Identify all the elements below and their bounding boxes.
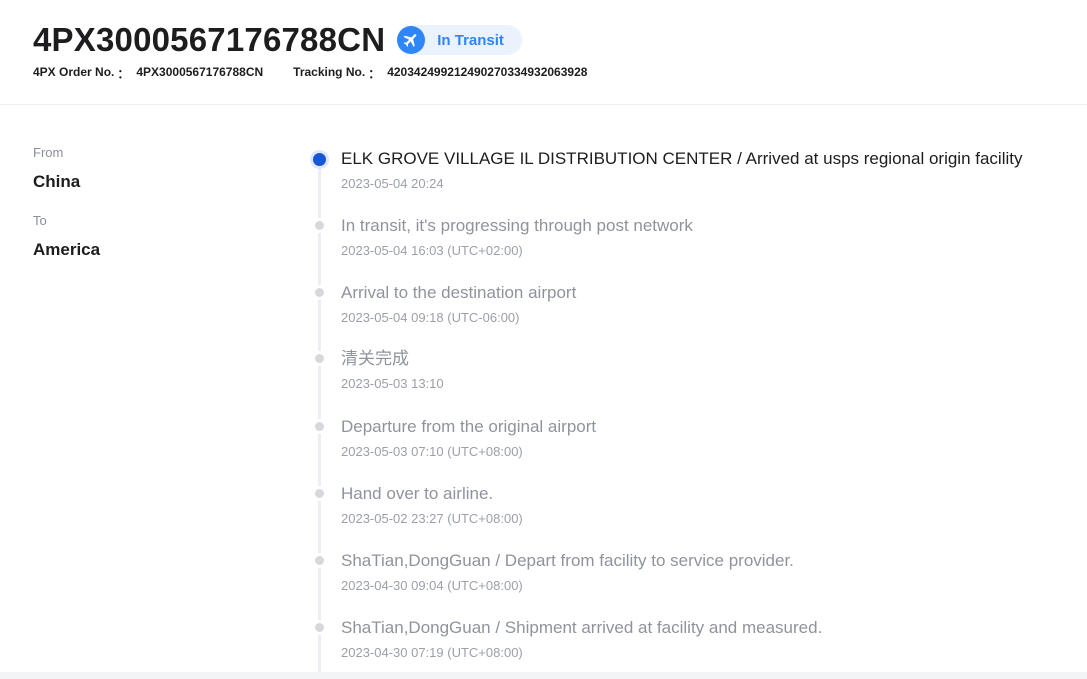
- event-time: 2023-04-30 07:19 (UTC+08:00): [341, 645, 523, 660]
- event-time: 2023-05-04 09:18 (UTC-06:00): [341, 310, 520, 325]
- status-label: In Transit: [437, 31, 504, 49]
- timeline-dot-icon: [315, 354, 324, 363]
- order-number-separator: ：: [117, 67, 130, 81]
- event-title: Hand over to airline.: [341, 484, 494, 503]
- event-title: ShaTian,DongGuan / Shipment arrived at f…: [341, 618, 823, 637]
- event-time: 2023-05-02 23:27 (UTC+08:00): [341, 511, 523, 526]
- route-from: From China: [33, 145, 283, 193]
- from-label: From: [33, 145, 64, 160]
- event-title: ELK GROVE VILLAGE IL DISTRIBUTION CENTER…: [341, 149, 1023, 168]
- tracking-number: Tracking No. ： 4203424992124902703349320…: [293, 65, 587, 82]
- event-title: ShaTian,DongGuan / Depart from facility …: [341, 551, 794, 570]
- timeline-dot-icon: [315, 288, 324, 297]
- timeline-event: Departure from the original airport 2023…: [312, 416, 1082, 476]
- to-label: To: [33, 213, 47, 228]
- tracking-number-separator: ：: [368, 67, 381, 81]
- event-time: 2023-05-03 07:10 (UTC+08:00): [341, 444, 523, 459]
- to-value: America: [33, 240, 101, 259]
- tracking-number-label: Tracking No.: [293, 65, 366, 79]
- order-number-label: 4PX Order No.: [33, 65, 115, 79]
- event-time: 2023-05-03 13:10: [341, 376, 444, 391]
- airplane-icon: [397, 26, 426, 54]
- timeline-dot-icon: [315, 489, 324, 498]
- event-time: 2023-05-04 20:24: [341, 176, 444, 191]
- tracking-timeline: ELK GROVE VILLAGE IL DISTRIBUTION CENTER…: [312, 105, 1082, 679]
- event-title: Departure from the original airport: [341, 417, 597, 436]
- page-title: 4PX3000567176788CN: [33, 21, 386, 58]
- timeline-event: Arrival to the destination airport 2023-…: [312, 282, 1082, 342]
- timeline-dot-icon: [315, 623, 324, 632]
- tracking-number-value: 420342499212490270334932063928: [387, 65, 588, 79]
- timeline-event: Hand over to airline. 2023-05-02 23:27 (…: [312, 483, 1082, 543]
- timeline-event: ShaTian,DongGuan / Depart from facility …: [312, 550, 1082, 610]
- from-value: China: [33, 172, 81, 191]
- event-time: 2023-04-30 09:04 (UTC+08:00): [341, 578, 523, 593]
- event-time: 2023-05-04 16:03 (UTC+02:00): [341, 243, 523, 258]
- tracking-page: 4PX3000567176788CN In Transit 4PX Order …: [0, 0, 1087, 679]
- event-title: 清关完成: [341, 349, 409, 368]
- page-bottom-edge: [0, 672, 1087, 679]
- status-badge: In Transit: [397, 25, 522, 55]
- timeline-event: ShaTian,DongGuan / Shipment arrived at f…: [312, 617, 1082, 677]
- order-number-value: 4PX3000567176788CN: [136, 65, 264, 79]
- current-status-dot-icon: [313, 153, 326, 166]
- title-row: 4PX3000567176788CN In Transit: [33, 20, 522, 60]
- timeline-event: 清关完成 2023-05-03 13:10: [312, 348, 1082, 408]
- timeline-event: In transit, it's progressing through pos…: [312, 215, 1082, 275]
- timeline-dot-icon: [315, 422, 324, 431]
- order-header: 4PX3000567176788CN In Transit 4PX Order …: [0, 0, 1087, 105]
- event-title: Arrival to the destination airport: [341, 283, 577, 302]
- route-info: From China To America: [33, 145, 283, 261]
- timeline-dot-icon: [315, 221, 324, 230]
- tracking-content: From China To America ELK GROVE VILLAGE …: [0, 105, 1087, 679]
- event-title: In transit, it's progressing through pos…: [341, 216, 693, 235]
- timeline-dot-icon: [315, 556, 324, 565]
- order-number: 4PX Order No. ： 4PX3000567176788CN: [33, 65, 263, 82]
- timeline-event: ELK GROVE VILLAGE IL DISTRIBUTION CENTER…: [312, 148, 1082, 208]
- route-to: To America: [33, 213, 283, 261]
- order-meta: 4PX Order No. ： 4PX3000567176788CN Track…: [33, 65, 587, 82]
